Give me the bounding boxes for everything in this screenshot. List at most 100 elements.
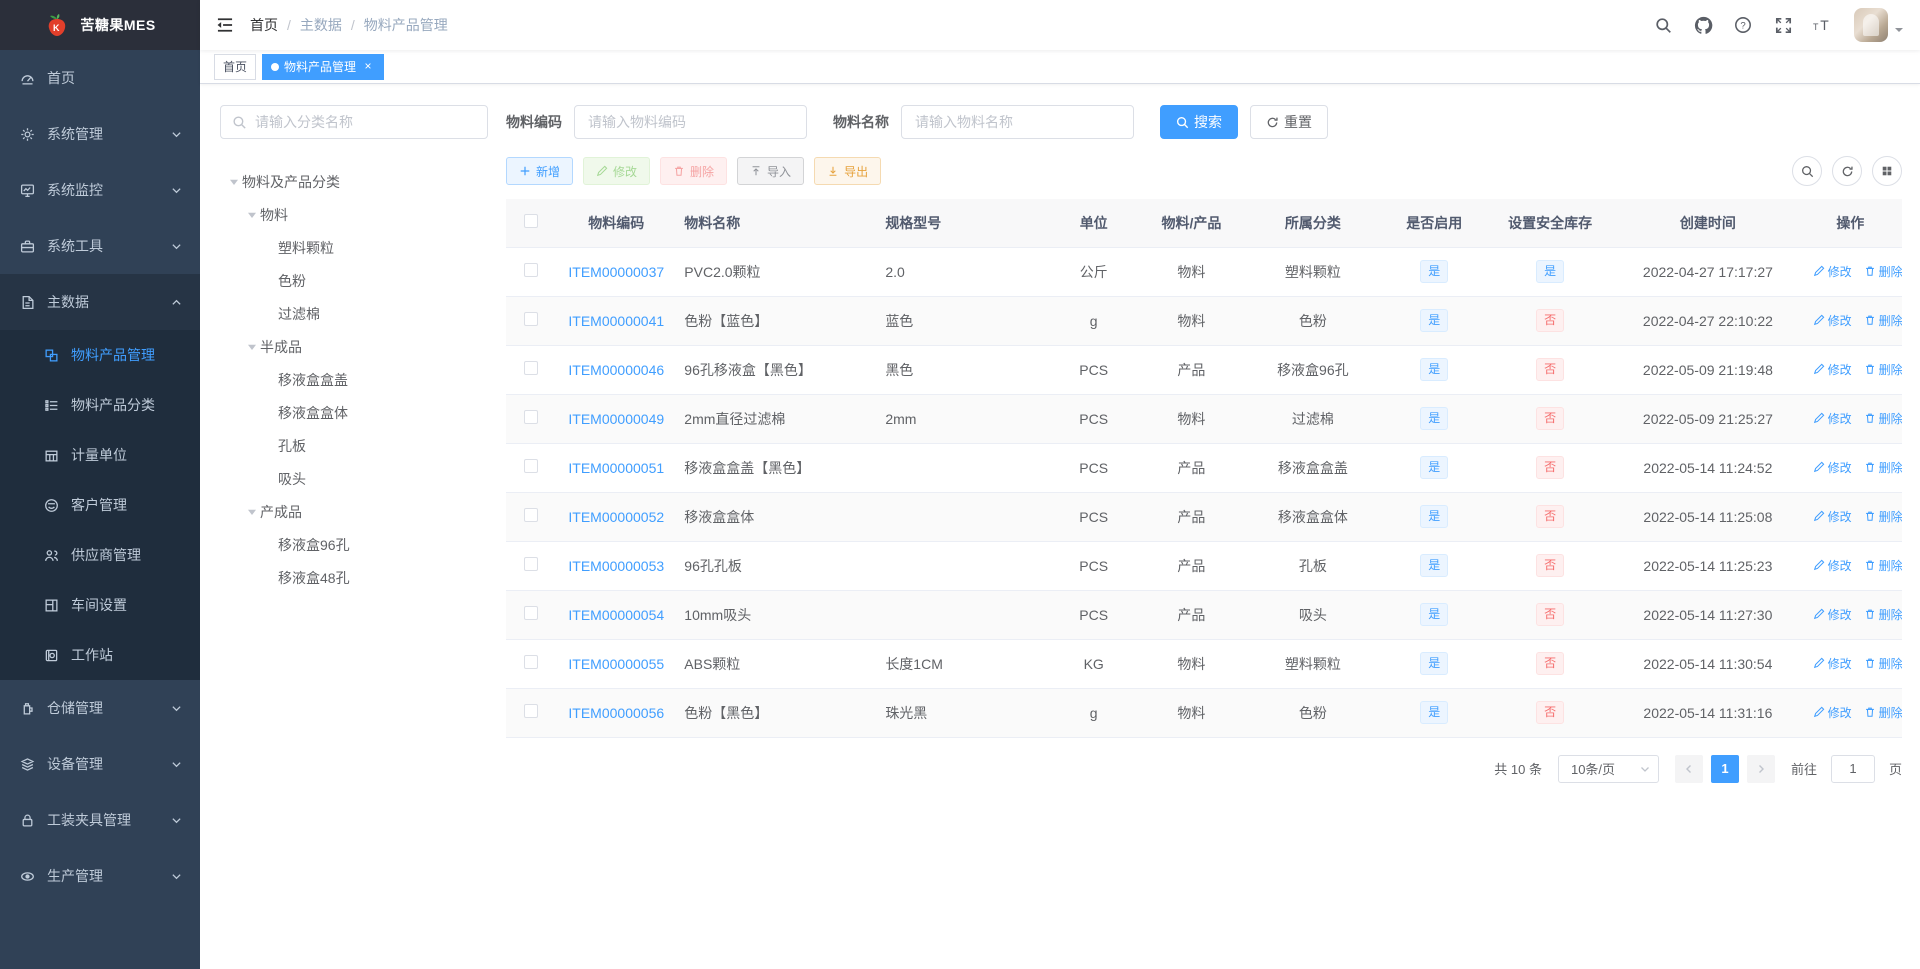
col-material-name[interactable]: 物料名称 xyxy=(676,199,878,248)
tree-node-7[interactable]: 移液盒盒体 xyxy=(220,396,488,429)
row-delete-button[interactable]: 删除 xyxy=(1864,606,1902,623)
tree-node-12[interactable]: 移液盒48孔 xyxy=(220,561,488,594)
sidebar-item-7[interactable]: 工装夹具管理 xyxy=(0,792,200,848)
select-all-checkbox[interactable] xyxy=(524,214,539,229)
export-button[interactable]: 导出 xyxy=(814,157,882,185)
material-code-link[interactable]: ITEM00000052 xyxy=(568,509,664,525)
tag-material-product[interactable]: 物料产品管理 × xyxy=(262,53,385,80)
material-code-link[interactable]: ITEM00000053 xyxy=(568,558,664,574)
page-size-select[interactable]: 10条/页 xyxy=(1557,754,1659,783)
row-checkbox[interactable] xyxy=(524,410,539,424)
tree-search-input[interactable] xyxy=(255,114,476,130)
material-code-link[interactable]: ITEM00000054 xyxy=(568,607,664,623)
material-name-input[interactable] xyxy=(901,105,1134,139)
help-icon[interactable]: ? xyxy=(1726,5,1760,45)
prev-page-button[interactable] xyxy=(1674,754,1703,783)
row-checkbox[interactable] xyxy=(524,557,539,571)
row-delete-button[interactable]: 删除 xyxy=(1864,312,1902,329)
row-delete-button[interactable]: 删除 xyxy=(1864,361,1902,378)
tree-caret-icon[interactable] xyxy=(244,504,260,520)
tree-node-3[interactable]: 色粉 xyxy=(220,264,488,297)
material-code-link[interactable]: ITEM00000049 xyxy=(568,411,664,427)
tag-home[interactable]: 首页 xyxy=(214,53,257,80)
search-icon[interactable] xyxy=(1646,5,1680,45)
col-safety-stock[interactable]: 设置安全库存 xyxy=(1483,199,1618,248)
row-edit-button[interactable]: 修改 xyxy=(1813,655,1852,672)
material-code-link[interactable]: ITEM00000046 xyxy=(568,362,664,378)
row-edit-button[interactable]: 修改 xyxy=(1813,704,1852,721)
tree-node-5[interactable]: 半成品 xyxy=(220,330,488,363)
row-checkbox[interactable] xyxy=(524,508,539,522)
close-icon[interactable]: × xyxy=(361,59,375,74)
tree-node-2[interactable]: 塑料颗粒 xyxy=(220,231,488,264)
material-code-link[interactable]: ITEM00000051 xyxy=(568,460,664,476)
col-unit[interactable]: 单位 xyxy=(1044,199,1143,248)
user-menu[interactable] xyxy=(1854,8,1904,42)
material-code-link[interactable]: ITEM00000055 xyxy=(568,656,664,672)
add-button[interactable]: 新增 xyxy=(506,157,574,185)
row-checkbox[interactable] xyxy=(524,704,539,718)
material-code-link[interactable]: ITEM00000041 xyxy=(568,313,664,329)
material-code-link[interactable]: ITEM00000037 xyxy=(568,264,664,280)
col-created[interactable]: 创建时间 xyxy=(1617,199,1799,248)
col-material-code[interactable]: 物料编码 xyxy=(556,199,677,248)
row-checkbox[interactable] xyxy=(524,312,539,326)
col-type[interactable]: 物料/产品 xyxy=(1142,199,1241,248)
sidebar-subitem-5[interactable]: 车间设置 xyxy=(0,580,200,630)
sidebar-item-5[interactable]: 仓储管理 xyxy=(0,680,200,736)
row-delete-button[interactable]: 删除 xyxy=(1864,410,1902,427)
row-edit-button[interactable]: 修改 xyxy=(1813,263,1852,280)
breadcrumb-home[interactable]: 首页 xyxy=(250,15,278,35)
next-page-button[interactable] xyxy=(1746,754,1775,783)
material-code-link[interactable]: ITEM00000056 xyxy=(568,705,664,721)
row-edit-button[interactable]: 修改 xyxy=(1813,361,1852,378)
tree-node-6[interactable]: 移液盒盒盖 xyxy=(220,363,488,396)
row-edit-button[interactable]: 修改 xyxy=(1813,312,1852,329)
sidebar-item-1[interactable]: 系统管理 xyxy=(0,106,200,162)
tree-caret-icon[interactable] xyxy=(226,174,242,190)
tree-caret-icon[interactable] xyxy=(244,339,260,355)
tree-node-9[interactable]: 吸头 xyxy=(220,462,488,495)
col-actions[interactable]: 操作 xyxy=(1798,199,1902,248)
sidebar-item-6[interactable]: 设备管理 xyxy=(0,736,200,792)
row-delete-button[interactable]: 删除 xyxy=(1864,459,1902,476)
sidebar-subitem-3[interactable]: 客户管理 xyxy=(0,480,200,530)
tree-node-1[interactable]: 物料 xyxy=(220,198,488,231)
row-delete-button[interactable]: 删除 xyxy=(1864,557,1902,574)
row-edit-button[interactable]: 修改 xyxy=(1813,459,1852,476)
reset-button[interactable]: 重置 xyxy=(1250,105,1328,139)
tree-node-4[interactable]: 过滤棉 xyxy=(220,297,488,330)
sidebar-subitem-4[interactable]: 供应商管理 xyxy=(0,530,200,580)
row-checkbox[interactable] xyxy=(524,606,539,620)
sidebar-item-3[interactable]: 系统工具 xyxy=(0,218,200,274)
row-delete-button[interactable]: 删除 xyxy=(1864,263,1902,280)
col-spec[interactable]: 规格型号 xyxy=(877,199,1045,248)
tree-caret-icon[interactable] xyxy=(244,207,260,223)
row-edit-button[interactable]: 修改 xyxy=(1813,508,1852,525)
search-button[interactable]: 搜索 xyxy=(1160,105,1238,139)
sidebar-subitem-1[interactable]: 物料产品分类 xyxy=(0,380,200,430)
sidebar-item-8[interactable]: 生产管理 xyxy=(0,848,200,904)
sidebar-item-2[interactable]: 系统监控 xyxy=(0,162,200,218)
row-checkbox[interactable] xyxy=(524,655,539,669)
tree-node-10[interactable]: 产成品 xyxy=(220,495,488,528)
tree-node-11[interactable]: 移液盒96孔 xyxy=(220,528,488,561)
row-checkbox[interactable] xyxy=(524,361,539,375)
breadcrumb-master-data[interactable]: 主数据 xyxy=(300,15,342,35)
row-delete-button[interactable]: 删除 xyxy=(1864,655,1902,672)
logo-bar[interactable]: K 苦糖果MES xyxy=(0,0,200,50)
row-edit-button[interactable]: 修改 xyxy=(1813,557,1852,574)
search-toggle-icon[interactable] xyxy=(1792,156,1822,186)
refresh-icon[interactable] xyxy=(1832,156,1862,186)
row-checkbox[interactable] xyxy=(524,459,539,473)
sidebar-subitem-0[interactable]: 物料产品管理 xyxy=(0,330,200,380)
goto-page-input[interactable] xyxy=(1830,754,1875,783)
row-delete-button[interactable]: 删除 xyxy=(1864,704,1902,721)
sidebar-subitem-6[interactable]: 工作站 xyxy=(0,630,200,680)
col-category[interactable]: 所属分类 xyxy=(1240,199,1386,248)
import-button[interactable]: 导入 xyxy=(737,157,805,185)
row-edit-button[interactable]: 修改 xyxy=(1813,606,1852,623)
fullscreen-icon[interactable] xyxy=(1766,5,1800,45)
row-edit-button[interactable]: 修改 xyxy=(1813,410,1852,427)
sidebar-item-4[interactable]: 主数据 xyxy=(0,274,200,330)
